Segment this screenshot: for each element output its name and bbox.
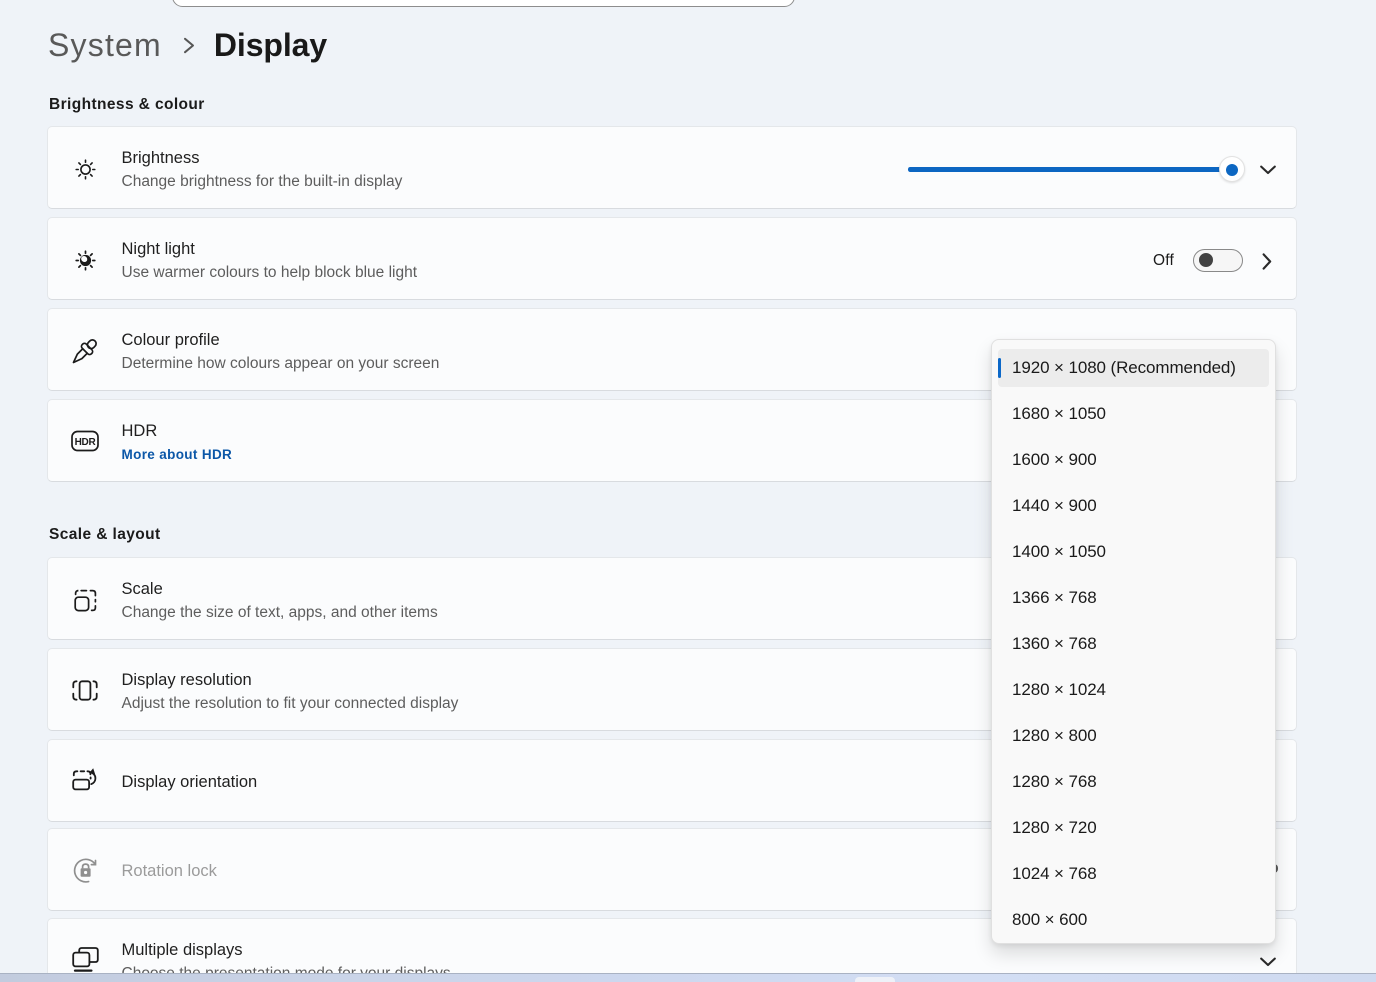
- svg-text:HDR: HDR: [75, 437, 97, 448]
